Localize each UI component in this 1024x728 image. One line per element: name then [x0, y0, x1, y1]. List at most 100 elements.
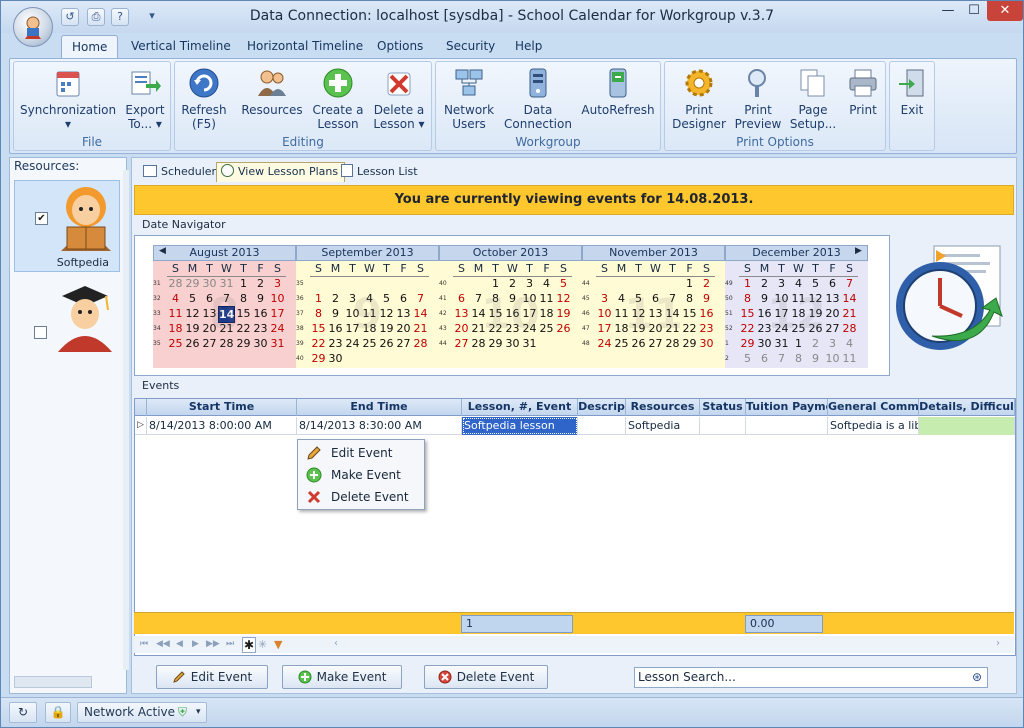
- calendar-day[interactable]: 18: [790, 306, 807, 321]
- calendar-day[interactable]: 11: [538, 291, 555, 306]
- calendar-day[interactable]: 28: [470, 336, 487, 351]
- calendar-day[interactable]: 2: [807, 336, 824, 351]
- calendar-day[interactable]: 5: [378, 291, 395, 306]
- calendar-day[interactable]: 10: [521, 291, 538, 306]
- calendar-day[interactable]: 2: [252, 276, 269, 291]
- calendar-day[interactable]: 26: [630, 336, 647, 351]
- calendar-day[interactable]: 4: [613, 291, 630, 306]
- calendar-day[interactable]: 9: [698, 291, 715, 306]
- calendar-day[interactable]: 14: [412, 306, 429, 321]
- calendar-day[interactable]: 21: [412, 321, 429, 336]
- calendar-day[interactable]: 31: [269, 336, 286, 351]
- delete-lesson-button[interactable]: Delete a Lesson ▾: [371, 66, 427, 131]
- cell-general-comments[interactable]: Softpedia is a libra: [828, 417, 919, 435]
- nav-next-page-icon[interactable]: ▶▶: [206, 639, 220, 649]
- minimize-button[interactable]: —: [935, 1, 961, 21]
- calendar-day[interactable]: 7: [664, 291, 681, 306]
- calendar-day[interactable]: 29: [739, 336, 756, 351]
- network-users-button[interactable]: Network Users: [440, 66, 498, 131]
- nav-last-icon[interactable]: ⏭: [226, 639, 234, 649]
- calendar-day[interactable]: 25: [538, 321, 555, 336]
- calendar-day[interactable]: 3: [521, 276, 538, 291]
- calendar-day[interactable]: 22: [235, 321, 252, 336]
- hscroll-left-icon[interactable]: ‹: [334, 638, 338, 649]
- ctx-make-event[interactable]: Make Event: [298, 464, 424, 486]
- calendar-day[interactable]: 7: [470, 291, 487, 306]
- calendar-day[interactable]: 9: [756, 291, 773, 306]
- calendar-day[interactable]: 1: [310, 291, 327, 306]
- calendar-day[interactable]: 23: [504, 321, 521, 336]
- calendar-day[interactable]: 27: [647, 336, 664, 351]
- calendar-day[interactable]: 11: [613, 306, 630, 321]
- calendar-day[interactable]: 3: [344, 291, 361, 306]
- calendar-day[interactable]: 30: [698, 336, 715, 351]
- calendar-day[interactable]: 26: [184, 336, 201, 351]
- calendar-day[interactable]: 20: [453, 321, 470, 336]
- calendar-day[interactable]: 9: [327, 306, 344, 321]
- calendar-day[interactable]: 2: [504, 276, 521, 291]
- calendar-day[interactable]: 1: [790, 336, 807, 351]
- cell-tuition[interactable]: [746, 417, 828, 435]
- prev-month-icon[interactable]: ◀: [159, 246, 166, 256]
- calendar-day[interactable]: 28: [841, 321, 858, 336]
- exit-button[interactable]: Exit: [892, 66, 932, 117]
- calendar-day[interactable]: 24: [269, 321, 286, 336]
- calendar-day[interactable]: 26: [555, 321, 572, 336]
- calendar-day[interactable]: 27: [395, 336, 412, 351]
- calendar-day[interactable]: 15: [310, 321, 327, 336]
- calendar-day[interactable]: 30: [756, 336, 773, 351]
- calendar-day[interactable]: 30: [201, 276, 218, 291]
- calendar-day[interactable]: 28: [412, 336, 429, 351]
- calendar-day[interactable]: 14: [470, 306, 487, 321]
- calendar-day[interactable]: 29: [184, 276, 201, 291]
- calendar-day[interactable]: 17: [521, 306, 538, 321]
- status-refresh-icon[interactable]: ↻: [9, 702, 37, 723]
- calendar-day[interactable]: 25: [167, 336, 184, 351]
- calendar-day[interactable]: 13: [647, 306, 664, 321]
- calendar-day[interactable]: 4: [790, 276, 807, 291]
- print-button[interactable]: Print: [843, 66, 883, 117]
- resource-item-graduate[interactable]: [14, 278, 120, 370]
- calendar-day[interactable]: 21: [664, 321, 681, 336]
- calendar-day[interactable]: 10: [824, 351, 841, 366]
- make-event-button[interactable]: Make Event: [282, 665, 402, 689]
- calendar-day[interactable]: 1: [681, 276, 698, 291]
- calendar-day[interactable]: 27: [824, 321, 841, 336]
- calendar-day[interactable]: 10: [344, 306, 361, 321]
- calendar-day[interactable]: 31: [521, 336, 538, 351]
- calendar-day[interactable]: 3: [269, 276, 286, 291]
- table-row[interactable]: ▷ 8/14/2013 8:00:00 AM 8/14/2013 8:30:00…: [135, 417, 1015, 435]
- network-status[interactable]: Network Active ⛨ ▾: [77, 702, 207, 723]
- close-button[interactable]: ✕: [987, 1, 1023, 21]
- calendar-day[interactable]: 23: [698, 321, 715, 336]
- calendar-day[interactable]: 5: [630, 291, 647, 306]
- maximize-button[interactable]: ☐: [961, 1, 987, 21]
- calendar-day[interactable]: 10: [269, 291, 286, 306]
- col-general-comments[interactable]: General Comme: [828, 399, 919, 416]
- calendar-day[interactable]: 6: [756, 351, 773, 366]
- calendar-day[interactable]: 6: [201, 291, 218, 306]
- calendar-day[interactable]: 28: [218, 336, 235, 351]
- nav-filter-icon[interactable]: ▼: [274, 638, 282, 651]
- ctx-edit-event[interactable]: Edit Event: [298, 442, 424, 464]
- calendar-day[interactable]: 23: [252, 321, 269, 336]
- calendar-day[interactable]: 12: [630, 306, 647, 321]
- calendar-day[interactable]: 30: [252, 336, 269, 351]
- calendar-day[interactable]: 31: [218, 276, 235, 291]
- qat-help-icon[interactable]: ?: [111, 8, 129, 26]
- tab-vertical-timeline[interactable]: Vertical Timeline: [121, 35, 241, 59]
- calendar-day[interactable]: 11: [790, 291, 807, 306]
- calendar-day[interactable]: 21: [470, 321, 487, 336]
- calendar-day[interactable]: 21: [841, 306, 858, 321]
- calendar-day[interactable]: 16: [756, 306, 773, 321]
- calendar-day[interactable]: 10: [596, 306, 613, 321]
- calendar-day[interactable]: 18: [538, 306, 555, 321]
- next-month-icon[interactable]: ▶: [855, 246, 862, 256]
- create-lesson-button[interactable]: Create a Lesson: [311, 66, 365, 131]
- calendar-day[interactable]: 12: [807, 291, 824, 306]
- qat-print-icon[interactable]: ⎙: [87, 8, 105, 26]
- lock-icon[interactable]: 🔒: [45, 702, 71, 723]
- tab-home[interactable]: Home: [61, 35, 119, 59]
- calendar-day[interactable]: 5: [555, 276, 572, 291]
- calendar-day[interactable]: 22: [681, 321, 698, 336]
